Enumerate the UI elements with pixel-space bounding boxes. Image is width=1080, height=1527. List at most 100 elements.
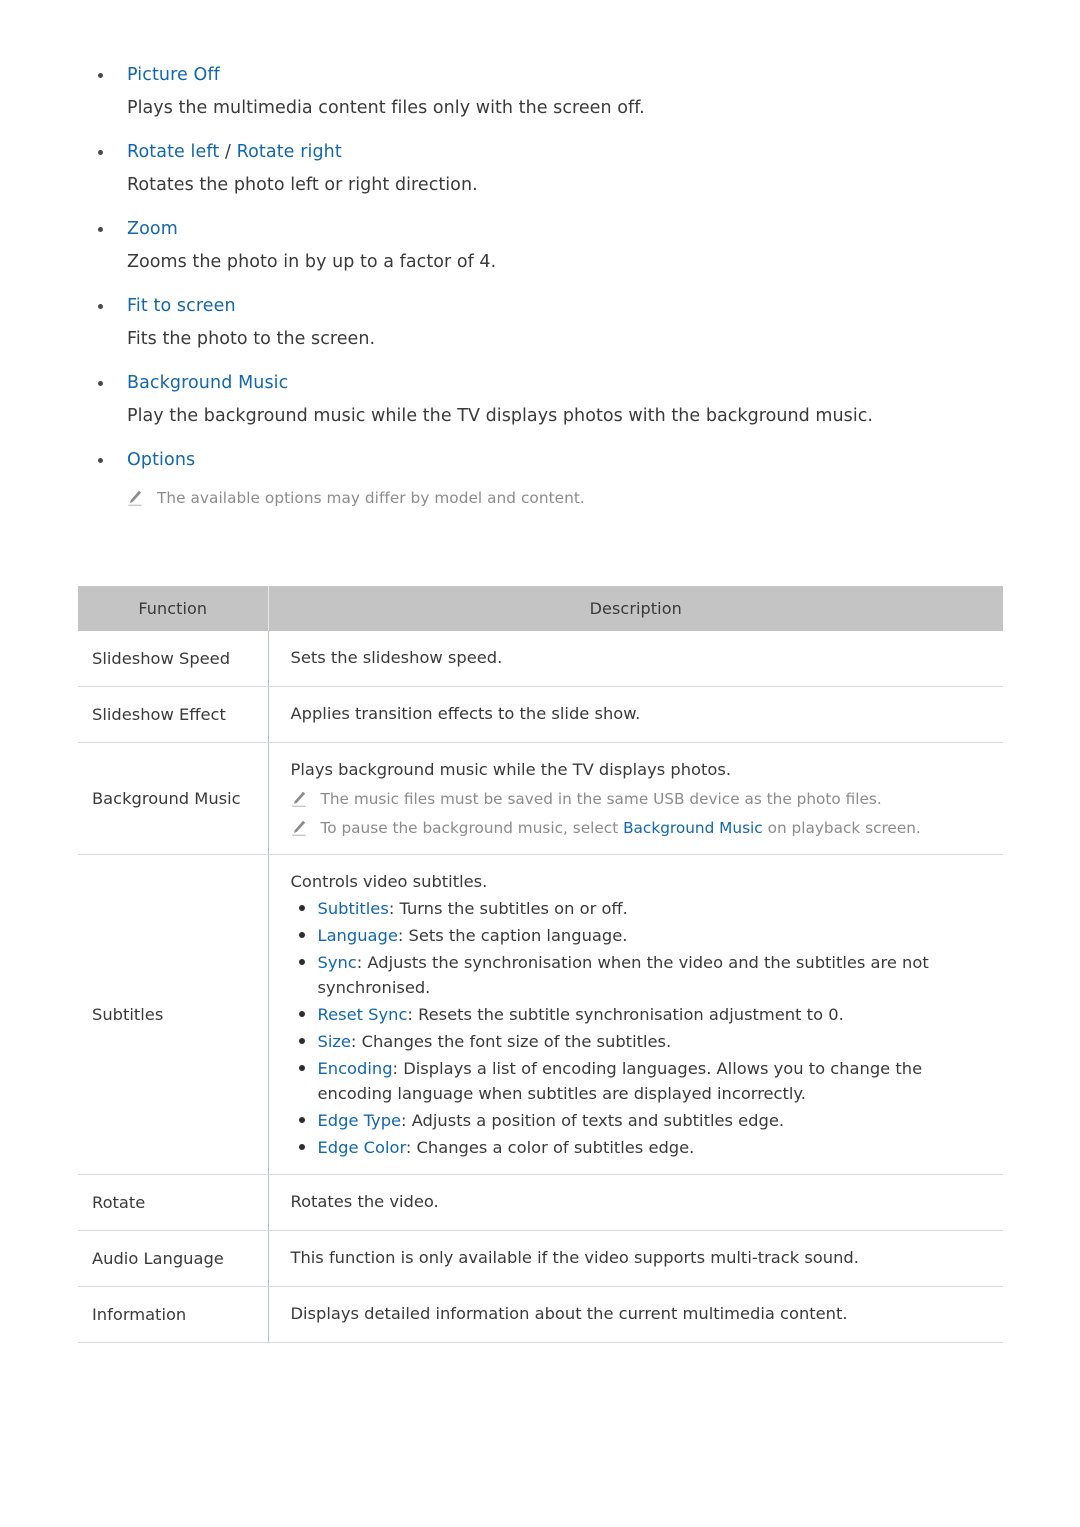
document-page: Picture Off Plays the multimedia content … bbox=[0, 0, 1080, 1527]
feature-section: Background Music Play the background musi… bbox=[78, 370, 1008, 429]
sub-option-text: Reset Sync: Resets the subtitle synchron… bbox=[317, 1005, 844, 1024]
feature-title[interactable]: Options bbox=[127, 447, 195, 473]
feature-title-link[interactable]: Options bbox=[127, 450, 195, 470]
sub-option-list: Subtitles: Turns the subtitles on or off… bbox=[291, 896, 988, 1160]
bullet-icon bbox=[98, 304, 103, 309]
sub-option-item: Sync: Adjusts the synchronisation when t… bbox=[291, 950, 988, 1000]
feature-heading: Rotate left / Rotate right bbox=[78, 139, 1008, 165]
feature-description: Rotates the photo left or right directio… bbox=[127, 175, 478, 195]
sub-option-term[interactable]: Subtitles bbox=[318, 899, 389, 918]
cell-lead-text: Applies transition effects to the slide … bbox=[290, 704, 641, 723]
feature-section: Options The available options may differ … bbox=[78, 447, 1008, 509]
note-line: To pause the background music, select Ba… bbox=[291, 817, 988, 840]
feature-heading: Picture Off bbox=[78, 62, 1008, 88]
feature-title-link[interactable]: Background Music bbox=[127, 373, 288, 393]
sub-option-text: Subtitles: Turns the subtitles on or off… bbox=[317, 899, 628, 918]
description-cell: Applies transition effects to the slide … bbox=[268, 686, 1003, 743]
function-cell[interactable]: Audio Language bbox=[78, 1230, 269, 1287]
sub-option-text: Encoding: Displays a list of encoding la… bbox=[317, 1059, 923, 1103]
bullet-dot-icon bbox=[298, 1011, 305, 1017]
table-header-row: Function Description bbox=[78, 586, 1003, 631]
cell-lead-text: Rotates the video. bbox=[290, 1192, 439, 1211]
sub-option-text: Sync: Adjusts the synchronisation when t… bbox=[317, 953, 929, 997]
cell-lead-text: Plays background music while the TV disp… bbox=[290, 760, 732, 779]
bullet-icon bbox=[98, 73, 103, 78]
sub-option-item: Language: Sets the caption language. bbox=[291, 923, 988, 948]
function-cell[interactable]: Slideshow Effect bbox=[78, 686, 269, 743]
sub-option-term[interactable]: Size bbox=[318, 1032, 351, 1051]
table-row: Subtitles Controls video subtitles. Subtit… bbox=[78, 854, 1003, 1175]
bullet-icon bbox=[98, 381, 103, 386]
table-row: Information Displays detailed information… bbox=[78, 1286, 1003, 1343]
note-text: To pause the background music, select Ba… bbox=[320, 819, 921, 837]
feature-heading: Zoom bbox=[78, 216, 1008, 242]
description-cell: Plays background music while the TV disp… bbox=[268, 742, 1003, 855]
bullet-dot-icon bbox=[298, 1038, 305, 1044]
sub-option-item: Subtitles: Turns the subtitles on or off… bbox=[291, 896, 988, 921]
feature-list: Picture Off Plays the multimedia content … bbox=[78, 62, 1008, 527]
feature-title-link[interactable]: Rotate left bbox=[127, 142, 219, 162]
bullet-icon bbox=[98, 150, 103, 155]
sub-option-term[interactable]: Language bbox=[318, 926, 398, 945]
sub-option-term[interactable]: Edge Color bbox=[318, 1138, 406, 1157]
cell-lead-text: This function is only available if the v… bbox=[290, 1248, 859, 1267]
feature-title-link[interactable]: Picture Off bbox=[127, 65, 220, 85]
feature-section: Fit to screen Fits the photo to the scree… bbox=[78, 293, 1008, 352]
sub-option-term[interactable]: Reset Sync bbox=[318, 1005, 408, 1024]
table-row: Rotate Rotates the video. bbox=[78, 1174, 1003, 1231]
sub-option-item: Reset Sync: Resets the subtitle synchron… bbox=[291, 1002, 988, 1027]
function-cell[interactable]: Subtitles bbox=[78, 854, 269, 1175]
sub-option-text: Edge Type: Adjusts a position of texts a… bbox=[317, 1111, 785, 1130]
feature-section: Picture Off Plays the multimedia content … bbox=[78, 62, 1008, 121]
bullet-dot-icon bbox=[298, 1117, 305, 1123]
bullet-dot-icon bbox=[298, 905, 305, 911]
feature-title-link[interactable]: Fit to screen bbox=[127, 296, 236, 316]
feature-description: Fits the photo to the screen. bbox=[127, 329, 376, 349]
sub-option-item: Edge Type: Adjusts a position of texts a… bbox=[291, 1108, 988, 1133]
feature-title-link[interactable]: Zoom bbox=[127, 219, 178, 239]
sub-option-term[interactable]: Encoding bbox=[318, 1059, 393, 1078]
inline-link[interactable]: Background Music bbox=[623, 819, 763, 837]
feature-title[interactable]: Rotate left / Rotate right bbox=[127, 139, 342, 165]
bullet-dot-icon bbox=[298, 959, 305, 965]
feature-section: Rotate left / Rotate right Rotates the ph… bbox=[78, 139, 1008, 198]
sub-option-term[interactable]: Sync bbox=[318, 953, 357, 972]
sub-option-item: Edge Color: Changes a color of subtitles… bbox=[291, 1135, 988, 1160]
feature-description: Play the background music while the TV d… bbox=[127, 406, 874, 426]
table-row: Audio Language This function is only avai… bbox=[78, 1230, 1003, 1287]
feature-title[interactable]: Picture Off bbox=[127, 62, 220, 88]
cell-lead-text: Sets the slideshow speed. bbox=[290, 648, 503, 667]
function-cell[interactable]: Slideshow Speed bbox=[78, 631, 269, 687]
description-cell: Rotates the video. bbox=[268, 1174, 1003, 1231]
pencil-note-icon bbox=[127, 490, 143, 508]
feature-description: Zooms the photo in by up to a factor of … bbox=[127, 252, 497, 272]
feature-section: Zoom Zooms the photo in by up to a factor… bbox=[78, 216, 1008, 275]
description-cell: This function is only available if the v… bbox=[268, 1230, 1003, 1287]
note-line: The available options may differ by mode… bbox=[127, 487, 1008, 509]
feature-description: Plays the multimedia content files only … bbox=[127, 98, 645, 118]
pencil-note-icon bbox=[291, 791, 307, 809]
bullet-icon bbox=[98, 458, 103, 463]
table-row: Background Music Plays background music w… bbox=[78, 742, 1003, 855]
function-cell[interactable]: Background Music bbox=[78, 742, 269, 855]
column-header-function: Function bbox=[78, 586, 269, 631]
bullet-dot-icon bbox=[298, 1144, 305, 1150]
note-text: The available options may differ by mode… bbox=[157, 489, 585, 507]
feature-title-link[interactable]: Rotate right bbox=[237, 142, 342, 162]
bullet-icon bbox=[98, 227, 103, 232]
feature-heading: Fit to screen bbox=[78, 293, 1008, 319]
note-line: The music files must be saved in the sam… bbox=[291, 788, 988, 811]
feature-heading: Options bbox=[78, 447, 1008, 473]
description-cell: Displays detailed information about the … bbox=[268, 1286, 1003, 1343]
feature-title[interactable]: Fit to screen bbox=[127, 293, 236, 319]
function-cell[interactable]: Rotate bbox=[78, 1174, 269, 1231]
sub-option-item: Encoding: Displays a list of encoding la… bbox=[291, 1056, 988, 1106]
function-cell[interactable]: Information bbox=[78, 1286, 269, 1343]
description-cell: Controls video subtitles. Subtitles: Turn… bbox=[268, 854, 1003, 1175]
sub-option-term[interactable]: Edge Type bbox=[318, 1111, 402, 1130]
sub-option-text: Size: Changes the font size of the subti… bbox=[317, 1032, 672, 1051]
feature-title[interactable]: Background Music bbox=[127, 370, 288, 396]
feature-title[interactable]: Zoom bbox=[127, 216, 178, 242]
table-row: Slideshow Effect Applies transition effec… bbox=[78, 686, 1003, 743]
note-text: The music files must be saved in the sam… bbox=[320, 790, 882, 808]
